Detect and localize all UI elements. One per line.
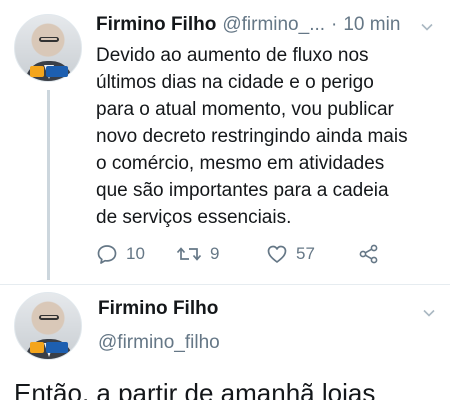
divider: [0, 284, 450, 285]
tweet-actions: 10 9 57: [96, 240, 396, 268]
like-button[interactable]: 57: [266, 243, 358, 265]
thread-line: [47, 90, 50, 280]
reply-button[interactable]: 10: [96, 243, 176, 265]
avatar-glasses: [39, 315, 59, 320]
avatar-container[interactable]: [14, 14, 84, 82]
like-count: 57: [296, 244, 315, 263]
retweet-icon: [176, 247, 202, 261]
detail-tweet-text: Então, a partir de amanhã lojas: [14, 378, 376, 400]
avatar-badge: [30, 342, 68, 353]
retweet-count: 9: [210, 244, 220, 263]
retweet-button[interactable]: 9: [176, 243, 266, 265]
share-icon: [359, 244, 378, 264]
author-handle[interactable]: @firmino_...: [222, 14, 325, 36]
author-name[interactable]: Firmino Filho: [96, 14, 216, 36]
like-icon: [267, 245, 287, 263]
chevron-down-icon[interactable]: [422, 306, 436, 320]
detail-author-name[interactable]: Firmino Filho: [98, 298, 218, 320]
share-button[interactable]: [358, 243, 380, 265]
avatar-glasses: [39, 37, 59, 42]
separator-dot: ·: [331, 14, 338, 35]
tweet-text: Devido ao aumento de fluxo nos últimos d…: [96, 45, 408, 228]
avatar-badge: [30, 66, 68, 77]
reply-count: 10: [126, 244, 145, 263]
tweet-time[interactable]: 10 min: [343, 14, 400, 36]
tweet-header: Firmino Filho @firmino_... · 10 min: [96, 14, 436, 44]
reply-icon: [97, 245, 117, 264]
chevron-down-icon[interactable]: [420, 20, 434, 34]
detail-author-handle[interactable]: @firmino_filho: [98, 332, 220, 354]
tweet-card[interactable]: Firmino Filho @firmino_... · 10 min Devi…: [0, 0, 450, 285]
avatar-container[interactable]: [14, 292, 84, 360]
